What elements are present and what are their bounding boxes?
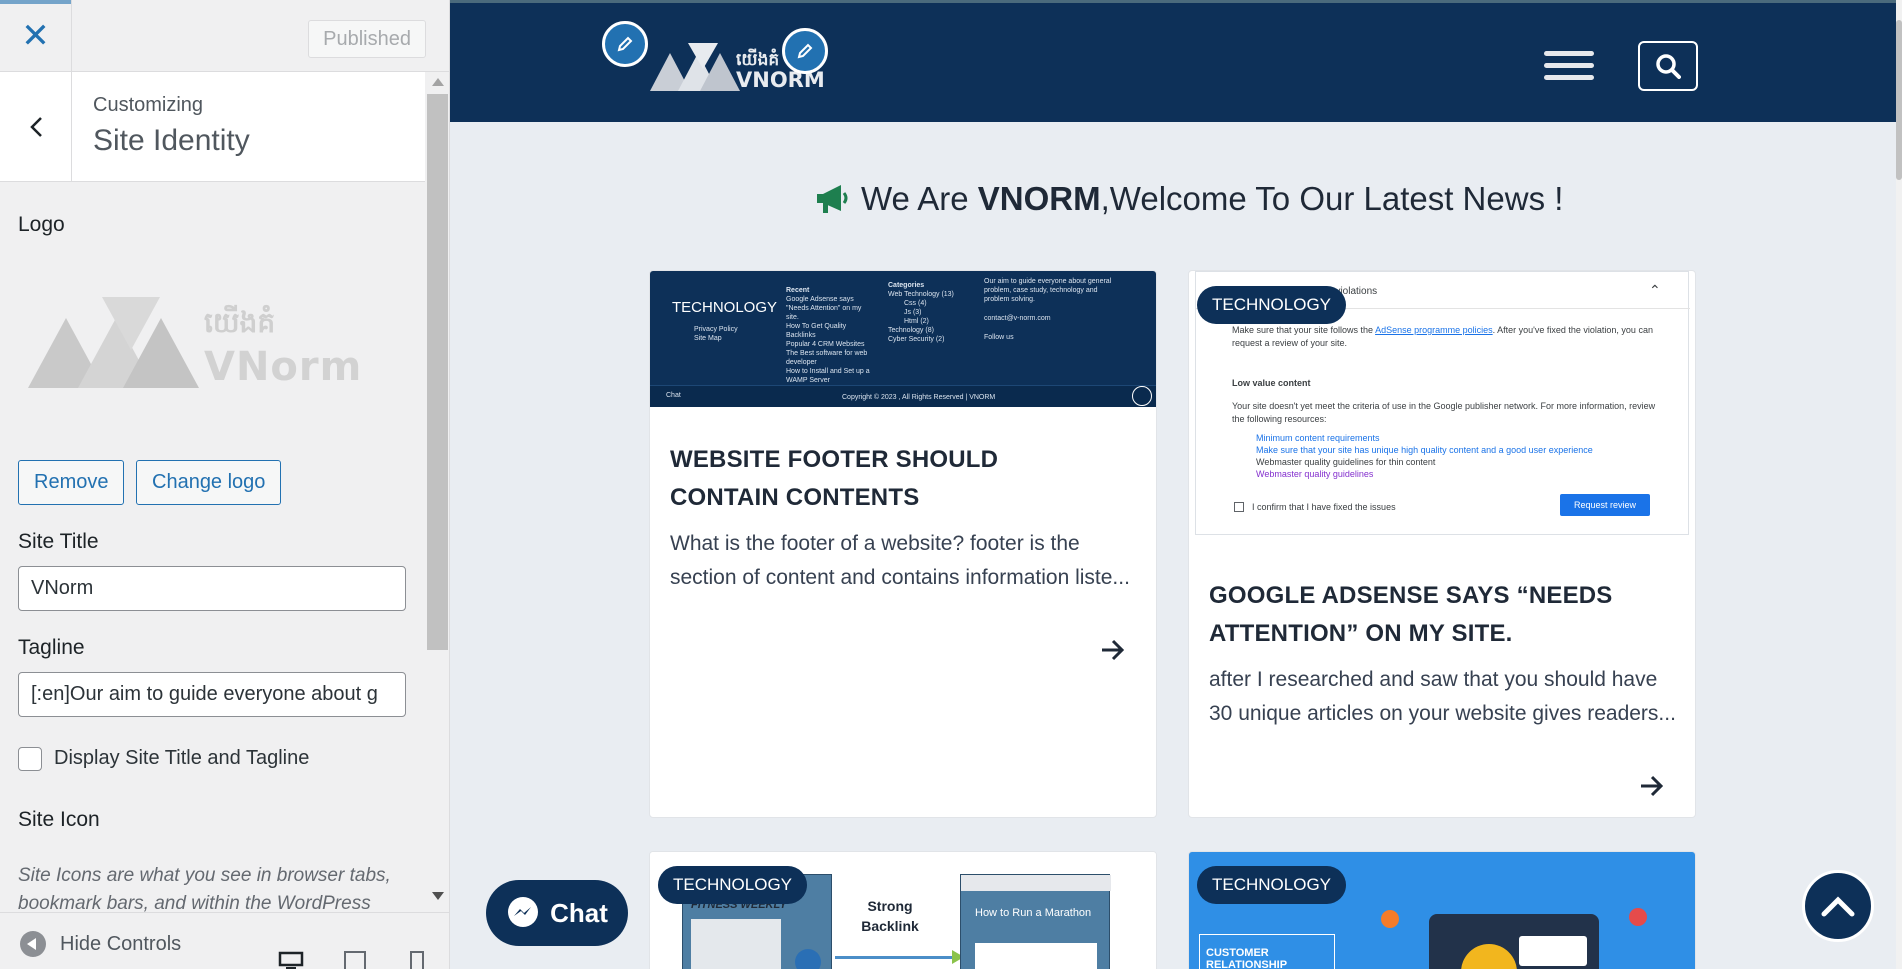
pencil-icon: [797, 43, 813, 59]
scroll-up-icon[interactable]: [432, 78, 444, 86]
preview-desktop-button[interactable]: [278, 951, 304, 969]
breadcrumb: Customizing: [93, 94, 204, 116]
remove-logo-button[interactable]: Remove: [18, 460, 125, 505]
tagline-input[interactable]: [:en]Our aim to guide everyone about g: [18, 672, 406, 717]
post-card[interactable]: TECHNOLOGY Privacy Policy Site Map Recen…: [649, 270, 1157, 818]
thumb-about: Our aim to guide everyone about general …: [984, 278, 1112, 341]
site-header: យើងគំ VNORM: [450, 0, 1896, 122]
preview-scrollbar[interactable]: [1896, 0, 1902, 969]
welcome-suffix: ,Welcome To Our Latest News !: [1100, 180, 1564, 217]
customizer-panel: ✕ Published Customizing Site Identity Lo…: [0, 0, 450, 969]
category-tag[interactable]: TECHNOLOGY: [1197, 866, 1347, 904]
svg-text:យើងគំ: យើងគំ: [736, 48, 779, 70]
site-icon-label: Site Icon: [18, 808, 100, 831]
thumb-low-text: Your site doesn't yet meet the criteria …: [1232, 401, 1656, 424]
search-icon: [1656, 54, 1681, 79]
display-title-tagline-checkbox[interactable]: [18, 747, 42, 771]
post-thumbnail[interactable]: TECHNOLOGY Privacy Policy Site Map Recen…: [650, 271, 1156, 407]
post-card[interactable]: Policy violations ⌃ Make sure that your …: [1188, 270, 1696, 818]
thumb-request-button: Request review: [1560, 494, 1650, 516]
hamburger-line: [1544, 75, 1594, 80]
welcome-prefix: We Are: [861, 180, 978, 217]
thumb-bullets: Minimum content requirements Make sure t…: [1256, 433, 1593, 479]
collapse-icon: [20, 931, 46, 957]
chevron-up-icon: ⌃: [1649, 282, 1661, 298]
arrow-right-icon[interactable]: [1100, 639, 1126, 661]
thumb-bottombar: Chat Copyright © 2023 , All Rights Reser…: [650, 385, 1156, 407]
thumb-confirm: I confirm that I have fixed the issues: [1252, 502, 1396, 512]
thumb-crm-title: CUSTOMER RELATIONSHIP MANAGEMENT: [1199, 934, 1335, 969]
section-header: Customizing Site Identity: [0, 72, 425, 182]
chevron-up-icon: [1821, 896, 1855, 917]
hide-controls-button[interactable]: Hide Controls: [20, 931, 181, 957]
chat-label: Chat: [550, 897, 608, 928]
hide-controls-label: Hide Controls: [60, 932, 182, 955]
close-icon: ✕: [21, 17, 50, 55]
published-button[interactable]: Published: [308, 20, 426, 58]
preview-mobile-button[interactable]: [404, 951, 430, 969]
category-tag[interactable]: TECHNOLOGY: [1197, 286, 1347, 324]
panel-scrollbar[interactable]: [425, 72, 449, 912]
scrollbar-thumb[interactable]: [427, 94, 448, 650]
svg-text:VNorm: VNorm: [204, 344, 362, 390]
customizer-screen: ✕ Published Customizing Site Identity Lo…: [0, 0, 1902, 969]
post-card[interactable]: FITNESS WEEKLY Strong Backlink How to Ru…: [649, 851, 1157, 969]
site-icon-description: Site Icons are what you see in browser t…: [18, 865, 391, 912]
welcome-brand: VNORM: [977, 180, 1101, 217]
post-title[interactable]: WEBSITE FOOTER SHOULD CONTAIN CONTENTS: [670, 441, 1090, 517]
post-excerpt: What is the footer of a website? footer …: [670, 532, 1130, 589]
post-card[interactable]: CUSTOMER RELATIONSHIP MANAGEMENT TECHNOL…: [1188, 851, 1696, 969]
megaphone-icon: [817, 185, 848, 213]
messenger-icon: [508, 897, 539, 927]
change-logo-button[interactable]: Change logo: [136, 460, 282, 505]
scroll-down-icon[interactable]: [432, 892, 444, 900]
customizer-header: ✕ Published: [0, 0, 449, 72]
thumb-strong-backlink: Strong Backlink: [861, 898, 919, 934]
post-excerpt: after I researched and saw that you shou…: [1209, 668, 1676, 725]
mobile-icon: [410, 951, 424, 969]
menu-toggle-button[interactable]: [1544, 51, 1594, 81]
customizer-footer: Hide Controls: [0, 912, 449, 969]
hamburger-line: [1544, 51, 1594, 56]
site-preview: យើងគំ VNORM We Are VNORM,Welcome To Our …: [450, 0, 1902, 969]
thumb-marathon: How to Run a Marathon: [960, 874, 1111, 969]
display-title-tagline-label[interactable]: Display Site Title and Tagline: [54, 747, 309, 770]
post-title[interactable]: GOOGLE ADSENSE SAYS “NEEDS ATTENTION” ON…: [1209, 577, 1649, 653]
edit-site-title-shortcut[interactable]: [782, 28, 828, 74]
tagline-label: Tagline: [18, 636, 85, 659]
thumb-low-title: Low value content: [1232, 378, 1311, 388]
close-customizer-button[interactable]: ✕: [0, 0, 72, 72]
tablet-icon: [344, 951, 366, 969]
search-button[interactable]: [1638, 41, 1698, 91]
edit-logo-shortcut[interactable]: [602, 21, 648, 67]
site-title-input[interactable]: VNorm: [18, 566, 406, 611]
preview-tablet-button[interactable]: [342, 951, 368, 969]
logo-label: Logo: [18, 213, 65, 236]
thumb-categories: Categories Web Technology (13) Css (4) J…: [888, 282, 954, 343]
logo-preview[interactable]: យើងគំ VNorm: [18, 280, 398, 410]
thumb-links: Privacy Policy Site Map: [694, 326, 738, 342]
hamburger-line: [1544, 63, 1594, 68]
chevron-left-icon: [29, 117, 42, 137]
site-logo-image: យើងគំ VNorm: [28, 297, 362, 390]
back-button[interactable]: [0, 72, 72, 182]
category-tag[interactable]: TECHNOLOGY: [658, 866, 808, 904]
section-title: Site Identity: [93, 124, 250, 157]
scrollbar-thumb[interactable]: [1896, 20, 1902, 180]
pencil-icon: [617, 36, 633, 52]
chat-button[interactable]: Chat: [486, 880, 628, 946]
svg-text:យើងគំ: យើងគំ: [204, 304, 275, 339]
arrow-right-icon[interactable]: [1639, 775, 1665, 797]
back-to-top-button[interactable]: [1802, 870, 1874, 942]
desktop-icon: [278, 951, 304, 969]
site-title-label: Site Title: [18, 530, 99, 553]
thumb-text: Make sure that your site follows the AdS…: [1232, 325, 1653, 348]
welcome-heading: We Are VNORM,Welcome To Our Latest News …: [815, 180, 1563, 218]
thumb-recent: Recent Google Adsense says "Needs Attent…: [786, 287, 870, 384]
thumb-brand: TECHNOLOGY: [672, 299, 778, 316]
